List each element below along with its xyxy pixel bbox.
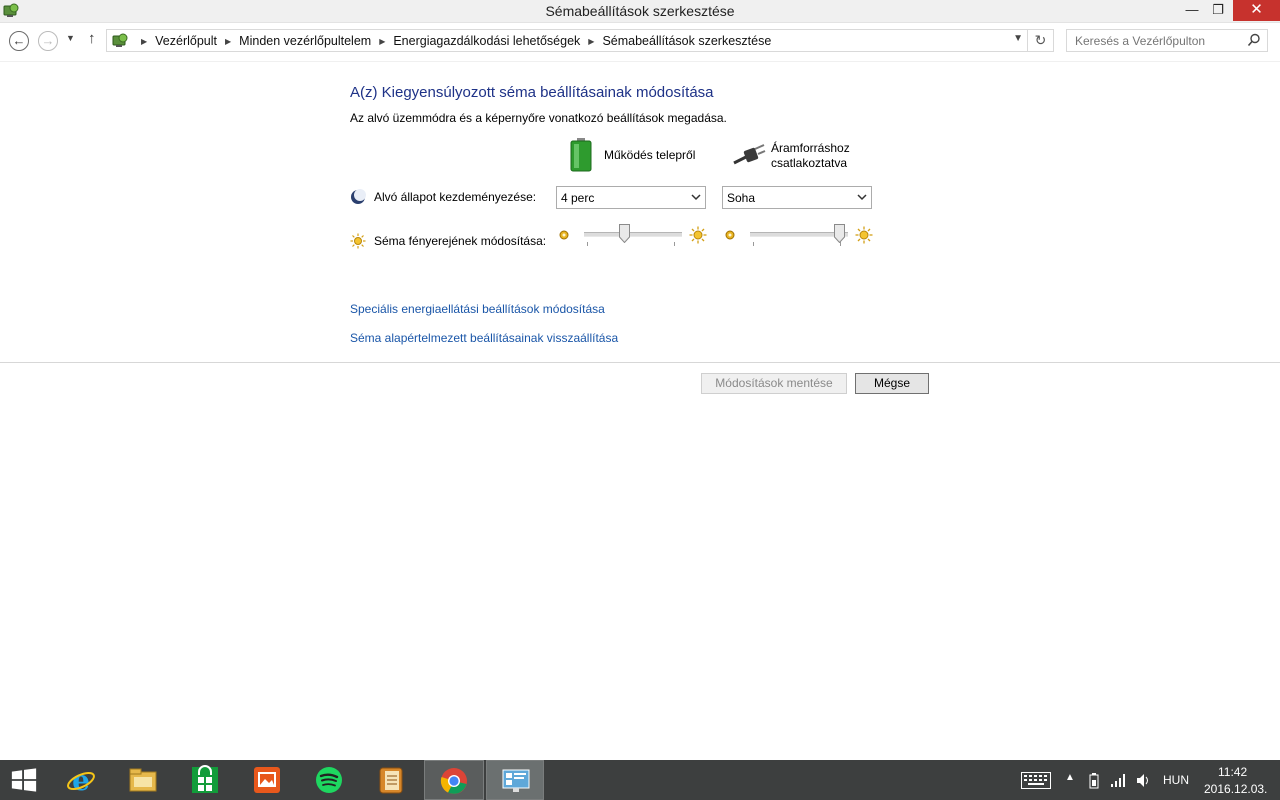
taskbar-photos[interactable] [238, 760, 296, 800]
show-hidden-icons-icon[interactable]: ▲ [1065, 772, 1075, 783]
minimize-button[interactable]: — [1178, 0, 1206, 21]
advanced-settings-link[interactable]: Speciális energiaellátási beállítások mó… [350, 302, 605, 316]
taskbar-internet-explorer[interactable]: e [52, 760, 110, 800]
taskbar-spotify[interactable] [300, 760, 358, 800]
refresh-button[interactable]: ↻ [1028, 29, 1054, 52]
window-title: Sémabeállítások szerkesztése [545, 3, 735, 19]
start-icon [11, 768, 37, 792]
restore-button[interactable]: ❐ [1204, 0, 1232, 21]
breadcrumb-item-control-panel[interactable]: Vezérlőpult [155, 34, 217, 48]
chevron-down-icon [691, 194, 701, 201]
battery-icon [570, 138, 592, 172]
taskbar-notes-app[interactable] [362, 760, 420, 800]
close-button[interactable]: ✕ [1233, 0, 1280, 21]
language-indicator[interactable]: HUN [1163, 773, 1189, 787]
dim-sun-icon [559, 230, 569, 240]
start-button[interactable] [0, 760, 58, 800]
brightness-battery-slider[interactable] [558, 224, 682, 253]
sleep-label: Alvó állapot kezdeményezése: [374, 190, 537, 204]
svg-text:e: e [72, 765, 90, 795]
breadcrumb-item-edit-plan[interactable]: Sémabeállítások szerkesztése [602, 34, 771, 48]
brightness-plugged-slider[interactable] [724, 224, 848, 253]
taskbar-store[interactable] [176, 760, 234, 800]
plug-icon [733, 144, 766, 165]
slider-thumb[interactable] [618, 224, 630, 243]
plugged-in-column-header: Áramforráshoz csatlakoztatva [771, 141, 850, 170]
speaker-icon[interactable] [1136, 773, 1152, 788]
slider-thumb[interactable] [833, 224, 845, 243]
search-icon[interactable] [1247, 33, 1261, 47]
taskbar-control-panel[interactable] [486, 760, 544, 800]
battery-column-header: Működés telepről [604, 148, 696, 162]
back-button[interactable]: ← [9, 31, 29, 51]
clock-date[interactable]: 2016.12.03. [1204, 782, 1267, 796]
sleep-battery-select[interactable]: 4 perc [556, 186, 706, 209]
clock-time[interactable]: 11:42 [1218, 765, 1247, 779]
spotify-icon [316, 767, 342, 793]
forward-button[interactable]: → [38, 31, 58, 51]
network-icon[interactable] [1110, 773, 1126, 788]
notes-app-icon [379, 767, 403, 794]
page-title: A(z) Kiegyensúlyozott séma beállításaina… [350, 84, 714, 101]
bright-sun-icon [689, 226, 707, 244]
taskbar: e ▲ HUN 11:42 2016.12.03. [0, 760, 1280, 800]
up-arrow-icon[interactable]: ↑ [88, 30, 96, 47]
restore-defaults-link[interactable]: Séma alapértelmezett beállításainak viss… [350, 331, 618, 345]
photos-icon [254, 767, 280, 793]
dim-sun-icon [725, 230, 735, 240]
address-bar: ← → ▼ ↑ ▶ Vezérlőpult ▶ Minden vezérlőpulte… [0, 23, 1280, 62]
cancel-button[interactable]: Mégse [855, 373, 929, 394]
store-icon [192, 765, 218, 793]
chevron-right-icon[interactable]: ▶ [379, 37, 385, 46]
control-panel-icon [502, 769, 530, 792]
divider [0, 362, 1280, 363]
sleep-plugged-select[interactable]: Soha [722, 186, 872, 209]
file-explorer-icon [129, 768, 157, 792]
moon-icon [351, 189, 366, 204]
power-tray-icon[interactable] [1087, 772, 1101, 789]
breadcrumb-item-power-options[interactable]: Energiagazdálkodási lehetőségek [393, 34, 580, 48]
taskbar-file-explorer[interactable] [114, 760, 172, 800]
breadcrumb: ▶ Vezérlőpult ▶ Minden vezérlőpultelem ▶ Ener… [133, 34, 771, 48]
bright-sun-icon [855, 226, 873, 244]
brightness-icon [350, 233, 366, 249]
control-panel-icon [112, 33, 128, 47]
chrome-icon [440, 768, 467, 794]
taskbar-chrome[interactable] [424, 760, 484, 800]
chevron-down-icon [857, 194, 867, 201]
search-input[interactable] [1067, 30, 1250, 51]
recent-locations-icon[interactable]: ▼ [66, 33, 75, 43]
brightness-label: Séma fényerejének módosítása: [374, 234, 547, 248]
address-field[interactable]: ▶ Vezérlőpult ▶ Minden vezérlőpultelem ▶ Ener… [106, 29, 1028, 52]
chevron-right-icon[interactable]: ▶ [588, 37, 594, 46]
internet-explorer-icon: e [67, 765, 95, 795]
chevron-right-icon[interactable]: ▶ [225, 37, 231, 46]
page-subtitle: Az alvó üzemmódra és a képernyőre vonatk… [350, 111, 727, 125]
breadcrumb-item-all-items[interactable]: Minden vezérlőpultelem [239, 34, 371, 48]
search-field[interactable] [1066, 29, 1268, 52]
title-bar: Sémabeállítások szerkesztése — ❐ ✕ [0, 0, 1280, 23]
save-changes-button[interactable]: Módosítások mentése [701, 373, 847, 394]
keyboard-icon[interactable] [1021, 772, 1051, 789]
chevron-right-icon[interactable]: ▶ [141, 37, 147, 46]
chevron-down-icon[interactable]: ▼ [1013, 33, 1023, 44]
